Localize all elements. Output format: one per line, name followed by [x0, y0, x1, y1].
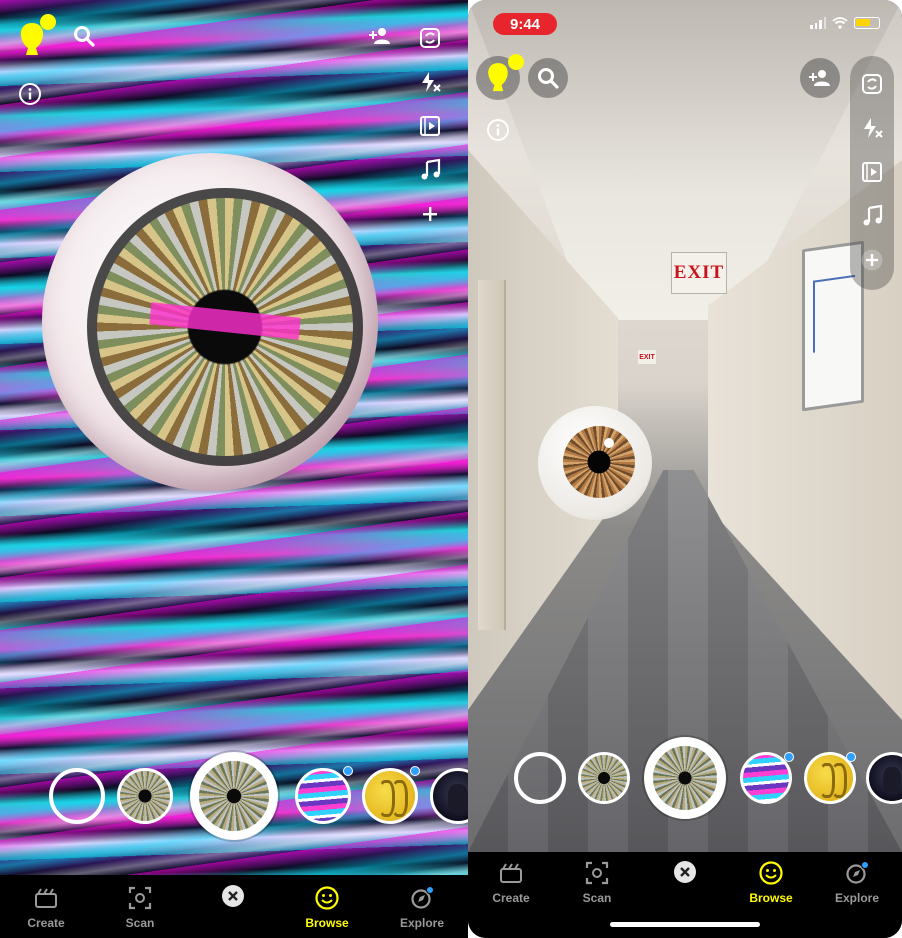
nav-scan-label: Scan [125, 916, 155, 930]
nav-scan[interactable]: Scan [575, 860, 619, 905]
lens-carousel-empty-slot[interactable] [49, 768, 105, 824]
more-tools-button[interactable] [857, 238, 887, 282]
lens-carousel-empty-slot[interactable] [514, 752, 566, 804]
close-icon [228, 891, 238, 901]
bottom-navigation: Create Scan Browse Explore [0, 875, 468, 938]
left-screen: Create Scan Browse Explore [0, 0, 468, 938]
smiley-icon [315, 886, 339, 910]
lens-eyeball-thumbnail[interactable] [578, 752, 630, 804]
status-time: 9:44 [493, 13, 557, 35]
eyeball-glint [604, 438, 614, 448]
new-lens-badge [846, 752, 856, 762]
music-note-icon [863, 204, 883, 226]
nav-create-label: Create [27, 916, 65, 930]
close-lens-button[interactable] [222, 885, 244, 907]
home-indicator[interactable] [610, 922, 760, 927]
video-mode-icon [420, 116, 440, 136]
nav-explore-label: Explore [834, 891, 879, 905]
camera-side-controls [850, 56, 894, 290]
create-icon [500, 863, 522, 883]
camera-side-controls [415, 16, 445, 236]
flash-off-icon [422, 72, 441, 92]
lens-info-button[interactable] [10, 74, 50, 114]
new-lens-badge [784, 752, 794, 762]
new-lens-badge [343, 766, 353, 776]
close-icon [680, 867, 690, 877]
nav-create[interactable]: Create [24, 885, 68, 930]
scan-icon [585, 861, 609, 885]
nav-create-label: Create [492, 891, 530, 905]
bitmoji-avatar-button[interactable] [476, 54, 524, 100]
video-mode-button[interactable] [857, 150, 887, 194]
scan-icon [128, 886, 152, 910]
hallway-door [478, 280, 506, 630]
lens-glitch-thumbnail[interactable] [295, 768, 351, 824]
flip-camera-button[interactable] [857, 62, 887, 106]
add-friend-icon [369, 28, 390, 44]
bitmoji-avatar-icon [488, 63, 508, 92]
explore-icon [846, 861, 869, 884]
plus-icon [423, 207, 437, 221]
nav-scan-label: Scan [582, 891, 612, 905]
lens-info-button[interactable] [478, 110, 518, 150]
nav-browse-label: Browse [749, 891, 793, 905]
plus-icon [861, 249, 883, 271]
close-lens-button[interactable] [674, 861, 696, 883]
nav-browse[interactable]: Browse [305, 885, 349, 930]
flash-off-button[interactable] [415, 60, 445, 104]
nav-scan[interactable]: Scan [118, 885, 162, 930]
flip-camera-button[interactable] [415, 16, 445, 60]
selected-lens-capture-button[interactable] [644, 737, 726, 819]
music-button[interactable] [415, 148, 445, 192]
music-note-icon [421, 158, 441, 180]
lens-eyeball-thumbnail[interactable] [117, 768, 173, 824]
search-icon [74, 26, 95, 47]
far-exit-sign: EXIT [638, 350, 656, 364]
nav-explore[interactable]: Explore [398, 885, 446, 930]
more-tools-button[interactable] [415, 192, 445, 236]
info-icon [487, 119, 509, 141]
new-lens-badge [410, 766, 420, 776]
right-screen: EXIT EXIT 9:44 Create Scan Browse Explor… [468, 0, 902, 938]
add-friend-button[interactable] [360, 16, 400, 56]
search-icon [538, 68, 559, 89]
selected-lens-capture-button[interactable] [190, 752, 278, 840]
nav-explore-label: Explore [399, 916, 444, 930]
add-friend-button[interactable] [800, 58, 840, 98]
bitmoji-avatar-button[interactable] [10, 14, 56, 62]
video-mode-button[interactable] [415, 104, 445, 148]
eyeball-lens-iris [563, 426, 635, 498]
search-button[interactable] [64, 16, 104, 56]
explore-icon [411, 886, 434, 909]
nav-browse-label: Browse [305, 916, 349, 930]
cellular-signal-icon [810, 17, 826, 29]
flip-camera-icon [862, 74, 882, 94]
wifi-icon [832, 17, 848, 29]
nav-explore[interactable]: Explore [833, 860, 881, 905]
flash-off-icon [864, 118, 883, 138]
exit-sign: EXIT [671, 252, 727, 294]
notification-dot [40, 14, 56, 30]
music-button[interactable] [857, 194, 887, 238]
status-icons [810, 17, 880, 29]
video-mode-icon [862, 162, 882, 182]
smiley-icon [759, 861, 783, 885]
nav-browse[interactable]: Browse [749, 860, 793, 905]
search-button[interactable] [528, 58, 568, 98]
info-icon [19, 83, 41, 105]
create-icon [35, 888, 57, 908]
battery-icon [854, 17, 880, 29]
lens-yellow-thumbnail[interactable] [362, 768, 418, 824]
add-friend-icon [809, 70, 830, 86]
notification-dot [508, 54, 524, 70]
flip-camera-icon [420, 28, 440, 48]
nav-create[interactable]: Create [489, 860, 533, 905]
flash-off-button[interactable] [857, 106, 887, 150]
